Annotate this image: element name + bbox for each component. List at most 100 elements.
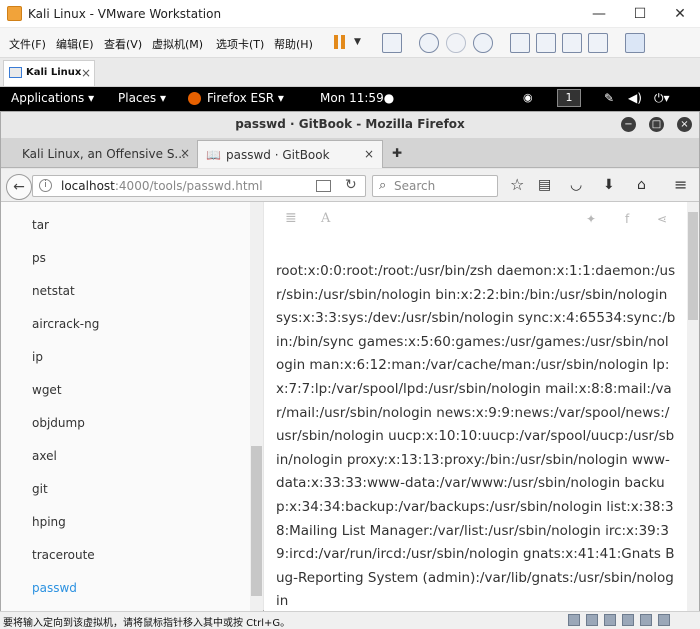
facebook-icon[interactable]: f [625,212,629,226]
close-button[interactable]: ✕ [666,4,694,24]
firefox-title-bar: passwd · GitBook - Mozilla Firefox − □ × [1,112,699,138]
menu-help[interactable]: 帮助(H) [274,36,313,52]
volume-icon[interactable]: ◀) [628,91,642,105]
menu-file[interactable]: 文件(F) [9,36,46,52]
menu-edit[interactable]: 编辑(E) [56,36,94,52]
workspace-indicator[interactable]: 1 [557,89,581,107]
maximize-button[interactable]: ☐ [626,4,654,24]
twitter-icon[interactable]: ✦ [586,212,596,226]
tab-kali-offensive[interactable]: Kali Linux, an Offensive S... × [9,140,197,168]
vmware-logo-icon [7,6,22,21]
library-icon[interactable]: ▤ [538,177,551,193]
hamburger-menu-icon[interactable]: ≡ [674,175,687,194]
revert-snapshot-icon[interactable] [446,33,466,53]
autofit-icon[interactable] [625,33,645,53]
close-tab-icon[interactable]: × [180,146,190,160]
firefox-icon [188,92,201,105]
back-button[interactable]: ← [6,174,32,200]
firefox-window: passwd · GitBook - Mozilla Firefox − □ ×… [0,111,700,612]
sidebar-scrollbar-thumb[interactable] [251,446,262,596]
downloads-icon[interactable]: ⬇ [603,177,615,193]
sidebar-item-aircrack-ng[interactable]: aircrack-ng [32,317,99,331]
navigation-bar: ← i localhost:4000/tools/passwd.html ↻ ⌕… [1,169,699,202]
sidebar-item-git[interactable]: git [32,482,48,496]
vmware-title-bar: Kali Linux - VMware Workstation — ☐ ✕ [0,0,700,28]
search-field[interactable]: ⌕ Search [372,175,498,197]
sidebar-item-netstat[interactable]: netstat [32,284,75,298]
sidebar-item-tar[interactable]: tar [32,218,49,232]
sidebar-item-wget[interactable]: wget [32,383,62,397]
search-icon: ⌕ [379,178,387,193]
display-status-icon[interactable] [658,614,670,626]
firefox-tab-bar: Kali Linux, an Offensive S... × 📖 passwd… [1,138,699,168]
camera-icon[interactable]: ◉ [523,91,533,104]
toggle-summary-icon[interactable]: ≣ [285,210,297,226]
sidebar-item-traceroute[interactable]: traceroute [32,548,95,562]
console-view-icon[interactable] [536,33,556,53]
vmware-menu-bar: 文件(F) 编辑(E) 查看(V) 虚拟机(M) 选项卡(T) 帮助(H) ▼ [0,28,700,58]
new-tab-button[interactable]: ✚ [392,146,402,160]
firefox-window-title: passwd · GitBook - Mozilla Firefox [235,117,465,131]
home-icon[interactable]: ⌂ [637,177,646,193]
content-scrollbar-thumb[interactable] [688,212,698,320]
snapshot-icon[interactable] [419,33,439,53]
menu-vm[interactable]: 虚拟机(M) [152,36,203,52]
search-placeholder: Search [394,179,436,193]
fullscreen-icon[interactable] [562,33,582,53]
menu-tabs[interactable]: 选项卡(T) [216,36,264,52]
firefox-app-menu[interactable]: Firefox ESR ▾ [207,91,284,105]
gnome-top-bar: Applications ▾ Places ▾ Firefox ESR ▾ Mo… [0,87,700,111]
network-status-icon[interactable] [568,614,580,626]
share-icon[interactable]: ⋖ [657,212,667,226]
close-tab-icon[interactable]: × [81,66,91,80]
url-path: :4000/tools/passwd.html [114,179,263,193]
sound-status-icon[interactable] [622,614,634,626]
tab-label: Kali Linux [26,67,82,78]
applications-menu[interactable]: Applications ▾ [11,91,94,105]
vmware-status-bar: 要将输入定向到该虚拟机，请将鼠标指针移入其中或按 Ctrl+G。 [0,611,700,629]
url-text[interactable]: localhost:4000/tools/passwd.html [61,179,263,193]
pause-icon[interactable] [332,33,352,53]
disk-status-icon[interactable] [586,614,598,626]
url-host: localhost [61,179,115,193]
ff-maximize-icon[interactable]: □ [649,117,664,132]
book-icon: 📖 [206,148,221,162]
snapshot-manager-icon[interactable] [473,33,493,53]
passwd-file-text: root:x:0:0:root:/root:/usr/bin/zsh daemo… [276,263,676,610]
send-keys-icon[interactable] [382,33,402,53]
minimize-button[interactable]: — [585,4,613,24]
sidebar-item-ip[interactable]: ip [32,350,43,364]
url-bar[interactable]: i localhost:4000/tools/passwd.html ↻ [32,175,366,197]
pen-icon[interactable]: ✎ [604,91,614,105]
tab-passwd-gitbook[interactable]: 📖 passwd · GitBook × [197,140,383,168]
pause-dropdown-icon[interactable]: ▼ [354,37,361,47]
font-settings-icon[interactable]: A [321,211,330,226]
ff-close-icon[interactable]: × [677,117,692,132]
menu-view[interactable]: 查看(V) [104,36,142,52]
reload-icon[interactable]: ↻ [345,177,357,193]
sidebar-item-axel[interactable]: axel [32,449,57,463]
library-icon[interactable] [510,33,530,53]
tab-kali-linux[interactable]: Kali Linux × [3,60,95,86]
page-content: ≣ A ✦ f ⋖ root:x:0:0:root:/root:/usr/bin… [264,202,687,612]
sidebar-item-ps[interactable]: ps [32,251,46,265]
vmware-window-title: Kali Linux - VMware Workstation [28,7,222,21]
sidebar-item-hping[interactable]: hping [32,515,66,529]
reader-view-icon[interactable] [316,180,331,192]
vm-icon [9,67,22,78]
gitbook-sidebar: tar ps netstat aircrack-ng ip wget objdu… [1,202,263,612]
places-menu[interactable]: Places ▾ [118,91,166,105]
clock[interactable]: Mon 11:59● [320,91,394,105]
tab-label: Kali Linux, an Offensive S... [22,147,186,161]
power-icon[interactable]: ⏻▾ [654,91,670,106]
unity-icon[interactable] [588,33,608,53]
sidebar-item-objdump[interactable]: objdump [32,416,85,430]
usb-status-icon[interactable] [604,614,616,626]
ff-minimize-icon[interactable]: − [621,117,636,132]
close-tab-icon[interactable]: × [364,147,374,161]
bookmark-star-icon[interactable]: ☆ [510,175,524,194]
printer-status-icon[interactable] [640,614,652,626]
pocket-icon[interactable]: ◡ [570,177,582,193]
sidebar-item-passwd[interactable]: passwd [32,581,77,595]
site-info-icon[interactable]: i [39,179,52,192]
